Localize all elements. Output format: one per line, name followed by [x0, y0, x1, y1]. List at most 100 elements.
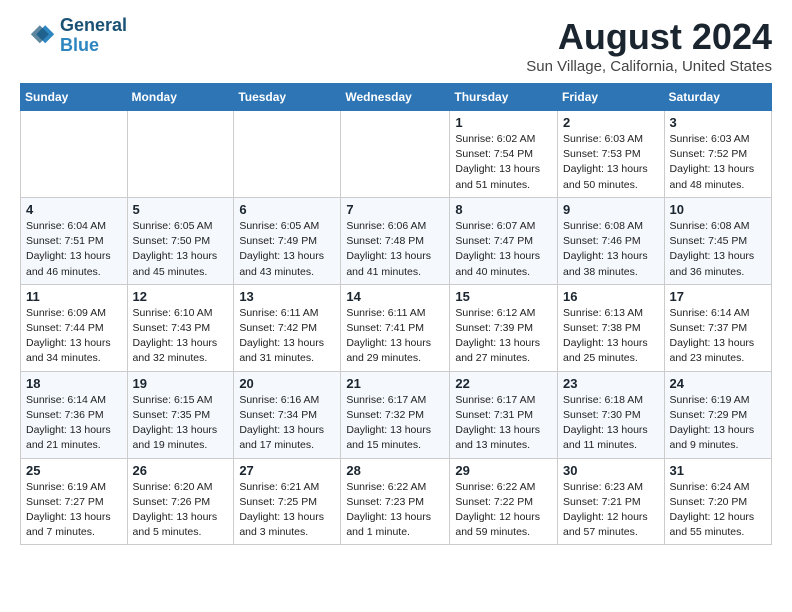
day-number: 1 — [455, 115, 552, 130]
day-info: Sunrise: 6:21 AMSunset: 7:25 PMDaylight:… — [239, 480, 335, 541]
day-info: Sunrise: 6:10 AMSunset: 7:43 PMDaylight:… — [133, 306, 229, 367]
calendar-cell: 3 Sunrise: 6:03 AMSunset: 7:52 PMDaylight… — [664, 111, 771, 198]
day-info: Sunrise: 6:08 AMSunset: 7:45 PMDaylight:… — [670, 219, 766, 280]
header-sunday: Sunday — [21, 84, 128, 111]
calendar-cell — [21, 111, 128, 198]
day-info: Sunrise: 6:03 AMSunset: 7:52 PMDaylight:… — [670, 132, 766, 193]
day-info: Sunrise: 6:07 AMSunset: 7:47 PMDaylight:… — [455, 219, 552, 280]
calendar-subtitle: Sun Village, California, United States — [526, 58, 772, 75]
day-info: Sunrise: 6:18 AMSunset: 7:30 PMDaylight:… — [563, 393, 659, 454]
title-block: August 2024 Sun Village, California, Uni… — [526, 16, 772, 75]
day-info: Sunrise: 6:16 AMSunset: 7:34 PMDaylight:… — [239, 393, 335, 454]
day-number: 17 — [670, 289, 766, 304]
calendar-cell: 31 Sunrise: 6:24 AMSunset: 7:20 PMDayligh… — [664, 458, 771, 545]
day-number: 3 — [670, 115, 766, 130]
calendar-cell: 11 Sunrise: 6:09 AMSunset: 7:44 PMDayligh… — [21, 284, 128, 371]
day-info: Sunrise: 6:23 AMSunset: 7:21 PMDaylight:… — [563, 480, 659, 541]
day-number: 24 — [670, 376, 766, 391]
day-info: Sunrise: 6:22 AMSunset: 7:23 PMDaylight:… — [346, 480, 444, 541]
day-number: 27 — [239, 463, 335, 478]
calendar-title: August 2024 — [526, 16, 772, 58]
calendar-cell: 25Sunrise: 6:19 AMSunset: 7:27 PMDayligh… — [21, 458, 128, 545]
header-saturday: Saturday — [664, 84, 771, 111]
day-info: Sunrise: 6:13 AMSunset: 7:38 PMDaylight:… — [563, 306, 659, 367]
day-number: 4 — [26, 202, 122, 217]
day-info: Sunrise: 6:02 AMSunset: 7:54 PMDaylight:… — [455, 132, 552, 193]
day-number: 26 — [133, 463, 229, 478]
calendar-cell: 10Sunrise: 6:08 AMSunset: 7:45 PMDayligh… — [664, 197, 771, 284]
calendar-cell: 19 Sunrise: 6:15 AMSunset: 7:35 PMDayligh… — [127, 371, 234, 458]
calendar-cell: 22 Sunrise: 6:17 AMSunset: 7:31 PMDayligh… — [450, 371, 558, 458]
header-monday: Monday — [127, 84, 234, 111]
day-info: Sunrise: 6:05 AMSunset: 7:49 PMDaylight:… — [239, 219, 335, 280]
day-info: Sunrise: 6:08 AMSunset: 7:46 PMDaylight:… — [563, 219, 659, 280]
day-info: Sunrise: 6:20 AMSunset: 7:26 PMDaylight:… — [133, 480, 229, 541]
day-number: 23 — [563, 376, 659, 391]
day-number: 22 — [455, 376, 552, 391]
calendar-cell: 28Sunrise: 6:22 AMSunset: 7:23 PMDayligh… — [341, 458, 450, 545]
calendar-cell: 5Sunrise: 6:05 AMSunset: 7:50 PMDaylight… — [127, 197, 234, 284]
calendar-cell: 13 Sunrise: 6:11 AMSunset: 7:42 PMDayligh… — [234, 284, 341, 371]
day-number: 29 — [455, 463, 552, 478]
logo-icon — [20, 18, 56, 54]
day-number: 7 — [346, 202, 444, 217]
calendar-cell: 15 Sunrise: 6:12 AMSunset: 7:39 PMDayligh… — [450, 284, 558, 371]
day-number: 8 — [455, 202, 552, 217]
day-number: 18 — [26, 376, 122, 391]
day-info: Sunrise: 6:22 AMSunset: 7:22 PMDaylight:… — [455, 480, 552, 541]
calendar-row-2: 4 Sunrise: 6:04 AMSunset: 7:51 PMDaylight… — [21, 197, 772, 284]
logo-text: General Blue — [60, 16, 127, 56]
calendar-cell: 2Sunrise: 6:03 AMSunset: 7:53 PMDaylight… — [558, 111, 665, 198]
calendar-table: SundayMondayTuesdayWednesdayThursdayFrid… — [20, 83, 772, 545]
day-info: Sunrise: 6:15 AMSunset: 7:35 PMDaylight:… — [133, 393, 229, 454]
day-info: Sunrise: 6:17 AMSunset: 7:32 PMDaylight:… — [346, 393, 444, 454]
calendar-cell: 21 Sunrise: 6:17 AMSunset: 7:32 PMDayligh… — [341, 371, 450, 458]
day-info: Sunrise: 6:09 AMSunset: 7:44 PMDaylight:… — [26, 306, 122, 367]
calendar-cell: 26 Sunrise: 6:20 AMSunset: 7:26 PMDayligh… — [127, 458, 234, 545]
day-number: 9 — [563, 202, 659, 217]
calendar-row-3: 11 Sunrise: 6:09 AMSunset: 7:44 PMDayligh… — [21, 284, 772, 371]
calendar-cell — [234, 111, 341, 198]
day-info: Sunrise: 6:14 AMSunset: 7:37 PMDaylight:… — [670, 306, 766, 367]
calendar-cell: 30 Sunrise: 6:23 AMSunset: 7:21 PMDayligh… — [558, 458, 665, 545]
day-number: 16 — [563, 289, 659, 304]
day-number: 25 — [26, 463, 122, 478]
day-info: Sunrise: 6:04 AMSunset: 7:51 PMDaylight:… — [26, 219, 122, 280]
header-wednesday: Wednesday — [341, 84, 450, 111]
day-info: Sunrise: 6:24 AMSunset: 7:20 PMDaylight:… — [670, 480, 766, 541]
calendar-cell: 29 Sunrise: 6:22 AMSunset: 7:22 PMDayligh… — [450, 458, 558, 545]
day-number: 13 — [239, 289, 335, 304]
calendar-cell — [127, 111, 234, 198]
calendar-cell: 1 Sunrise: 6:02 AMSunset: 7:54 PMDaylight… — [450, 111, 558, 198]
calendar-cell: 6Sunrise: 6:05 AMSunset: 7:49 PMDaylight… — [234, 197, 341, 284]
calendar-row-4: 18Sunrise: 6:14 AMSunset: 7:36 PMDayligh… — [21, 371, 772, 458]
day-number: 11 — [26, 289, 122, 304]
day-info: Sunrise: 6:06 AMSunset: 7:48 PMDaylight:… — [346, 219, 444, 280]
calendar-cell: 14Sunrise: 6:11 AMSunset: 7:41 PMDayligh… — [341, 284, 450, 371]
day-info: Sunrise: 6:03 AMSunset: 7:53 PMDaylight:… — [563, 132, 659, 193]
day-info: Sunrise: 6:17 AMSunset: 7:31 PMDaylight:… — [455, 393, 552, 454]
day-info: Sunrise: 6:11 AMSunset: 7:42 PMDaylight:… — [239, 306, 335, 367]
header-thursday: Thursday — [450, 84, 558, 111]
calendar-cell: 24Sunrise: 6:19 AMSunset: 7:29 PMDayligh… — [664, 371, 771, 458]
day-number: 21 — [346, 376, 444, 391]
calendar-cell: 27 Sunrise: 6:21 AMSunset: 7:25 PMDayligh… — [234, 458, 341, 545]
calendar-cell: 12Sunrise: 6:10 AMSunset: 7:43 PMDayligh… — [127, 284, 234, 371]
day-number: 31 — [670, 463, 766, 478]
calendar-header-row: SundayMondayTuesdayWednesdayThursdayFrid… — [21, 84, 772, 111]
logo: General Blue — [20, 16, 127, 56]
calendar-cell: 18Sunrise: 6:14 AMSunset: 7:36 PMDayligh… — [21, 371, 128, 458]
calendar-cell: 17 Sunrise: 6:14 AMSunset: 7:37 PMDayligh… — [664, 284, 771, 371]
calendar-cell: 9 Sunrise: 6:08 AMSunset: 7:46 PMDaylight… — [558, 197, 665, 284]
day-number: 15 — [455, 289, 552, 304]
page-header: General Blue August 2024 Sun Village, Ca… — [20, 16, 772, 75]
calendar-row-5: 25Sunrise: 6:19 AMSunset: 7:27 PMDayligh… — [21, 458, 772, 545]
day-info: Sunrise: 6:05 AMSunset: 7:50 PMDaylight:… — [133, 219, 229, 280]
calendar-cell: 16 Sunrise: 6:13 AMSunset: 7:38 PMDayligh… — [558, 284, 665, 371]
day-number: 14 — [346, 289, 444, 304]
day-number: 30 — [563, 463, 659, 478]
day-info: Sunrise: 6:12 AMSunset: 7:39 PMDaylight:… — [455, 306, 552, 367]
calendar-cell — [341, 111, 450, 198]
day-number: 19 — [133, 376, 229, 391]
calendar-cell: 8 Sunrise: 6:07 AMSunset: 7:47 PMDaylight… — [450, 197, 558, 284]
